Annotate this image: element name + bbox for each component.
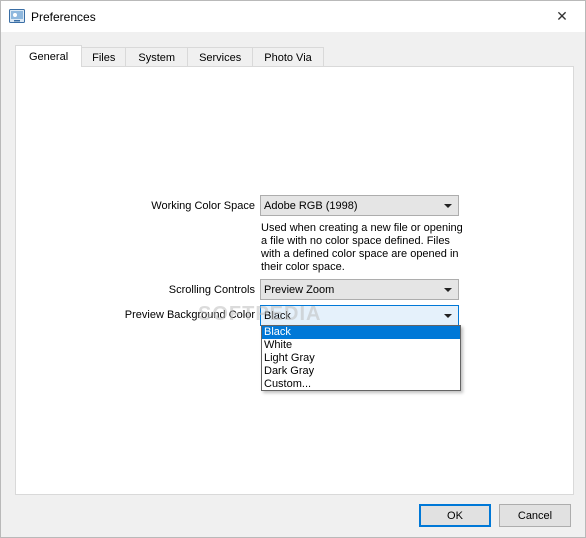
working-color-space-label: Working Color Space xyxy=(151,200,255,212)
tab-label: System xyxy=(138,51,176,64)
close-button[interactable]: ✕ xyxy=(539,1,585,32)
dropdown-option-white[interactable]: White xyxy=(262,339,460,352)
preferences-window: Preferences ✕ General Files System Servi… xyxy=(0,0,586,538)
working-color-space-value: Adobe RGB (1998) xyxy=(264,199,358,212)
close-icon: ✕ xyxy=(556,8,568,24)
dropdown-option-black[interactable]: Black xyxy=(262,326,460,339)
scrolling-controls-select[interactable]: Preview Zoom xyxy=(260,279,459,300)
tab-files[interactable]: Files xyxy=(82,47,127,67)
tab-system[interactable]: System xyxy=(126,47,189,67)
ok-button[interactable]: OK xyxy=(419,504,491,527)
tab-label: General xyxy=(29,50,69,63)
preferences-app-icon xyxy=(9,8,25,24)
preview-background-color-label: Preview Background Color xyxy=(124,309,255,321)
preview-background-color-dropdown: Black White Light Gray Dark Gray Custom.… xyxy=(261,325,461,391)
tab-strip: General Files System Services Photo Via xyxy=(15,45,324,67)
scrolling-controls-label: Scrolling Controls xyxy=(168,284,255,296)
window-title: Preferences xyxy=(31,10,96,24)
scrolling-controls-value: Preview Zoom xyxy=(264,283,335,296)
tab-general[interactable]: General xyxy=(15,45,83,67)
preview-background-color-value: Black xyxy=(264,309,291,322)
working-color-space-select[interactable]: Adobe RGB (1998) xyxy=(260,195,459,216)
preview-background-color-select[interactable]: Black xyxy=(260,305,459,326)
dropdown-option-dark-gray[interactable]: Dark Gray xyxy=(262,365,460,378)
working-color-space-description: Used when creating a new file or opening… xyxy=(261,222,463,273)
tab-label: Files xyxy=(92,51,116,64)
tab-label: Photo Via xyxy=(264,51,312,64)
chevron-down-icon xyxy=(444,288,452,292)
chevron-down-icon xyxy=(444,204,452,208)
cancel-button[interactable]: Cancel xyxy=(499,504,571,527)
tab-label: Services xyxy=(199,51,242,64)
dropdown-option-custom[interactable]: Custom... xyxy=(262,378,460,391)
dropdown-option-light-gray[interactable]: Light Gray xyxy=(262,352,460,365)
tab-services[interactable]: Services xyxy=(188,47,254,67)
chevron-down-icon xyxy=(444,314,452,318)
tab-photo-via[interactable]: Photo Via xyxy=(253,47,324,67)
title-bar: Preferences ✕ xyxy=(1,1,585,32)
